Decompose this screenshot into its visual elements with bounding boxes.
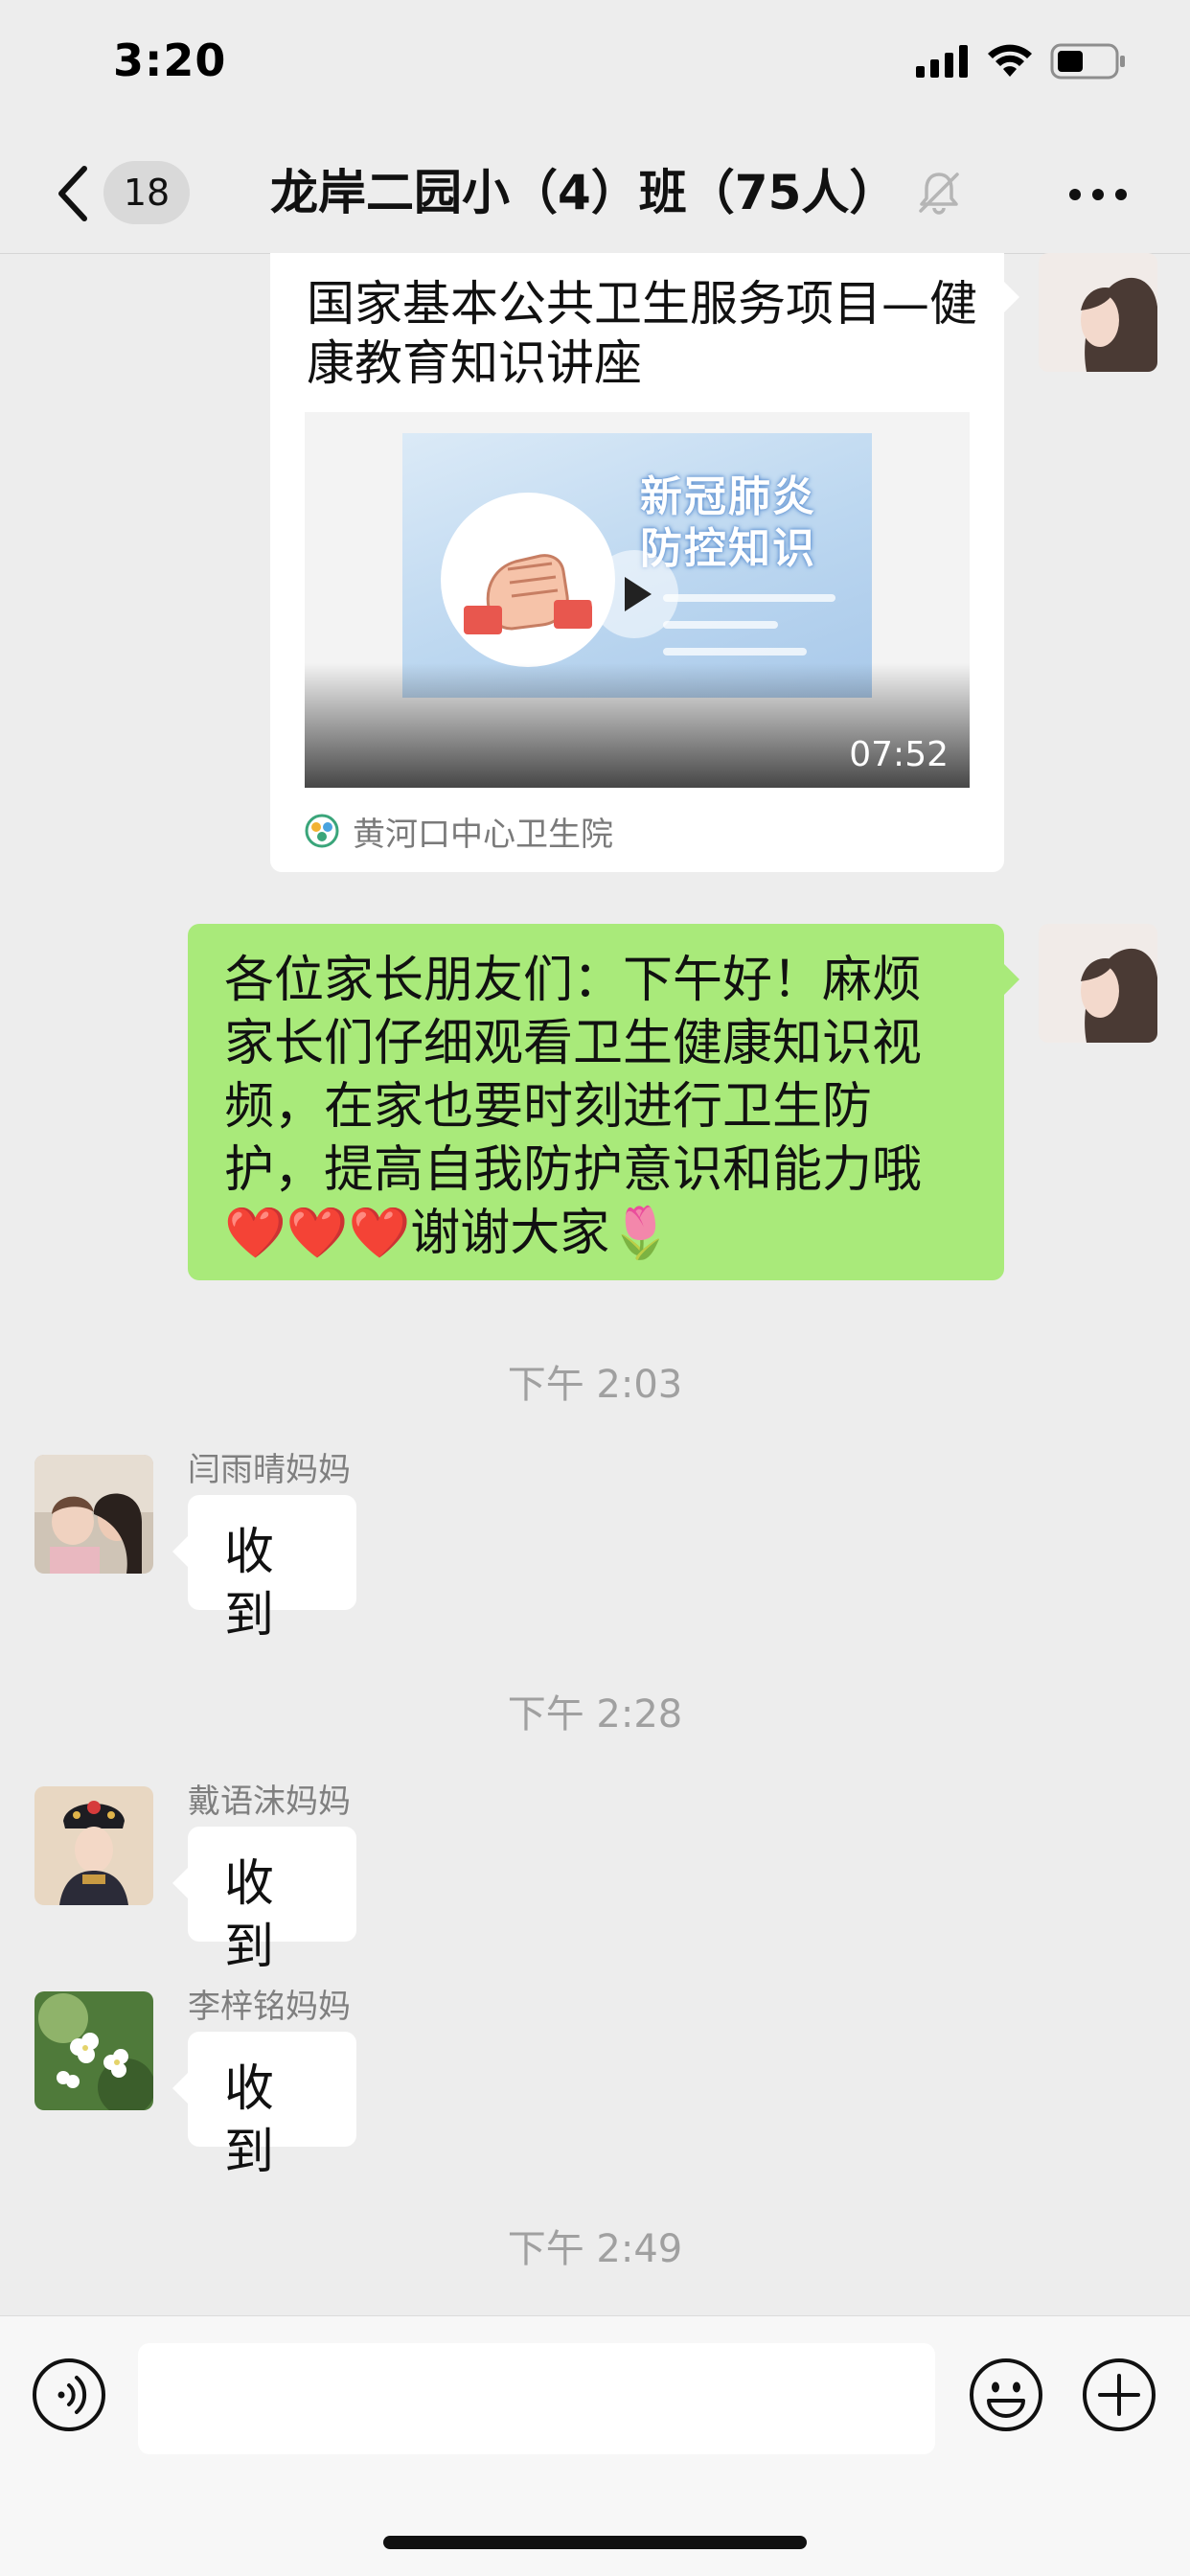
chat-title: 龙岸二园小（4）班（75人） (270, 165, 898, 220)
bubble-tail (172, 1868, 188, 1898)
self-avatar[interactable] (1039, 253, 1157, 372)
sender-name: 李梓铭妈妈 (188, 1988, 351, 2026)
play-button[interactable] (590, 550, 678, 638)
more-dots-icon[interactable] (1067, 180, 1129, 209)
sender-avatar[interactable] (34, 1786, 153, 1905)
sender-name: 戴语沫妈妈 (188, 1782, 351, 1821)
self-avatar[interactable] (1039, 924, 1157, 1043)
family-photo-avatar (34, 1455, 153, 1574)
sender-avatar[interactable] (34, 1455, 153, 1574)
timestamp-separator: 下午 2:03 (507, 1363, 683, 1407)
play-icon (625, 577, 652, 611)
message-input[interactable] (138, 2343, 935, 2454)
bubble-tail (172, 1536, 188, 1567)
bubble-tail (1004, 282, 1019, 312)
signal-icon (916, 45, 968, 78)
handshake-illustration (441, 493, 615, 667)
sender-name: 闫雨晴妈妈 (188, 1451, 351, 1489)
video-player[interactable]: 新冠肺炎 防控知识 07:52 (305, 412, 970, 788)
emoji-icon[interactable] (968, 2357, 1044, 2433)
bubble-tail (1004, 964, 1019, 995)
reply-message[interactable]: 收到 (188, 1827, 356, 1976)
chevron-left-icon[interactable] (54, 163, 92, 224)
status-bar: 3:20 (0, 0, 1190, 134)
reply-message[interactable]: 收到 (188, 2032, 356, 2181)
channel-logo-icon (305, 814, 339, 848)
bubble-tail (172, 2073, 188, 2104)
video-duration: 07:52 (849, 735, 949, 774)
status-icons (916, 42, 1127, 80)
video-source-name: 黄河口中心卫生院 (353, 815, 613, 854)
reply-message[interactable]: 收到 (188, 1495, 356, 1644)
video-card-message[interactable]: 国家基本公共卫生服务项目—健康教育知识讲座 新冠肺炎 防控知识 07:52 黄河… (270, 253, 1004, 872)
timestamp-separator: 下午 2:49 (507, 2227, 683, 2271)
timestamp-separator: 下午 2:28 (507, 1692, 683, 1736)
bell-slash-icon (919, 172, 959, 215)
thumbnail-subtitle-line (663, 621, 778, 629)
flower-photo-avatar (34, 1991, 153, 2110)
handshake-icon (464, 554, 592, 634)
woman-portrait-avatar (1039, 253, 1157, 372)
wifi-icon (988, 44, 1032, 77)
costume-portrait-avatar (34, 1786, 153, 1905)
thumbnail-subtitle-line (663, 648, 807, 656)
chat-screen: 3:20 18 龙岸二园小（4）班（75人） 国家基本公共卫生服务项目—健康教育… (0, 0, 1190, 2576)
chat-header: 18 龙岸二园小（4）班（75人） (0, 134, 1190, 254)
voice-icon[interactable] (31, 2357, 107, 2433)
battery-icon (1050, 43, 1125, 80)
video-source: 黄河口中心卫生院 (305, 807, 613, 855)
sender-avatar[interactable] (34, 1991, 153, 2110)
home-indicator[interactable] (383, 2536, 807, 2549)
thumbnail-subtitle-line (663, 594, 835, 602)
unread-count-badge[interactable]: 18 (103, 161, 190, 224)
plus-icon[interactable] (1081, 2357, 1157, 2433)
video-card-title: 国家基本公共卫生服务项目—健康教育知识讲座 (307, 276, 977, 391)
announcement-message[interactable]: 各位家长朋友们：下午好！麻烦家长们仔细观看卫生健康知识视频，在家也要时刻进行卫生… (188, 924, 1004, 1280)
woman-portrait-avatar (1039, 924, 1157, 1043)
status-time: 3:20 (113, 34, 227, 86)
